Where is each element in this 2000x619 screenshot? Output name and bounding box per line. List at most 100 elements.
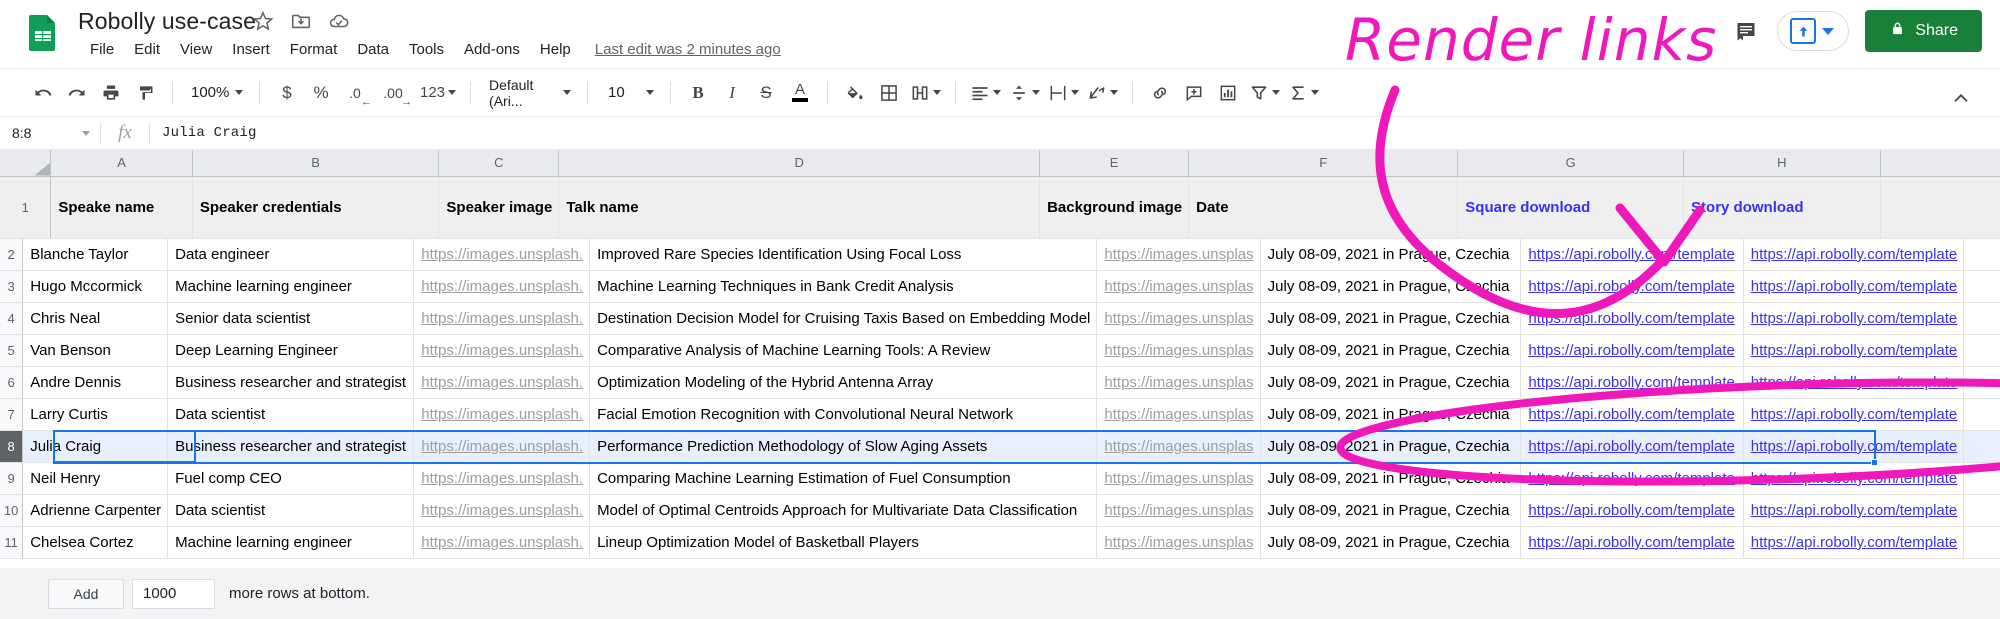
cell-g8[interactable]: https://api.robolly.com/template: [1520, 430, 1744, 463]
cell-b1[interactable]: Speaker credentials: [192, 176, 440, 239]
text-rotation-icon[interactable]: [1083, 76, 1122, 110]
cell-h4[interactable]: https://api.robolly.com/template: [1743, 302, 1965, 335]
chevron-down-icon[interactable]: [82, 130, 90, 136]
cell-d9[interactable]: Comparing Machine Learning Estimation of…: [589, 462, 1098, 495]
cell-g6[interactable]: https://api.robolly.com/template: [1520, 366, 1744, 399]
cell-d4[interactable]: Destination Decision Model for Cruising …: [589, 302, 1098, 335]
cell-h8[interactable]: https://api.robolly.com/template: [1743, 430, 1965, 463]
cell-g11[interactable]: https://api.robolly.com/template: [1520, 526, 1744, 559]
cell-e5[interactable]: https://images.unsplas: [1096, 334, 1261, 367]
cell-d1[interactable]: Talk name: [558, 176, 1041, 239]
star-icon[interactable]: [252, 10, 274, 32]
cell-c10[interactable]: https://images.unsplash.: [413, 494, 591, 527]
column-header-g[interactable]: G: [1457, 150, 1685, 177]
cell-a1[interactable]: Speake name: [50, 176, 193, 239]
cell-a3[interactable]: Hugo Mccormick: [22, 270, 169, 303]
cell-e1[interactable]: Background image: [1039, 176, 1190, 239]
font-size-select[interactable]: 10: [598, 76, 660, 110]
cell-a4[interactable]: Chris Neal: [22, 302, 169, 335]
cell-d5[interactable]: Comparative Analysis of Machine Learning…: [589, 334, 1098, 367]
cell-a8[interactable]: Julia Craig: [22, 430, 169, 463]
cell-d8[interactable]: Performance Prediction Methodology of Sl…: [589, 430, 1098, 463]
currency-format-button[interactable]: $: [270, 76, 304, 110]
cell-h6[interactable]: https://api.robolly.com/template: [1743, 366, 1965, 399]
menu-help[interactable]: Help: [530, 38, 581, 61]
row-header-2[interactable]: 2: [0, 238, 24, 271]
collapse-toolbar-icon[interactable]: [1944, 81, 1978, 115]
column-header-b[interactable]: B: [192, 150, 440, 177]
cell-d6[interactable]: Optimization Modeling of the Hybrid Ante…: [589, 366, 1098, 399]
cell-f11[interactable]: July 08-09, 2021 in Prague, Czechia: [1260, 526, 1522, 559]
print-icon[interactable]: [94, 76, 128, 110]
menu-file[interactable]: File: [80, 38, 124, 61]
cell-d3[interactable]: Machine Learning Techniques in Bank Cred…: [589, 270, 1098, 303]
row-header-4[interactable]: 4: [0, 302, 24, 335]
cell-a5[interactable]: Van Benson: [22, 334, 169, 367]
cell-a10[interactable]: Adrienne Carpenter: [22, 494, 169, 527]
cell-g3[interactable]: https://api.robolly.com/template: [1520, 270, 1744, 303]
cell-c7[interactable]: https://images.unsplash.: [413, 398, 591, 431]
cell-a9[interactable]: Neil Henry: [22, 462, 169, 495]
cell-c1[interactable]: Speaker image: [438, 176, 560, 239]
cell-h3[interactable]: https://api.robolly.com/template: [1743, 270, 1965, 303]
cell-e4[interactable]: https://images.unsplas: [1096, 302, 1261, 335]
column-header-h[interactable]: H: [1683, 150, 1881, 177]
menu-addons[interactable]: Add-ons: [454, 38, 530, 61]
bold-button[interactable]: B: [681, 76, 715, 110]
cell-c11[interactable]: https://images.unsplash.: [413, 526, 591, 559]
borders-icon[interactable]: [872, 76, 906, 110]
move-to-folder-icon[interactable]: [290, 10, 312, 32]
cell-f4[interactable]: July 08-09, 2021 in Prague, Czechia: [1260, 302, 1522, 335]
comment-icon[interactable]: [1731, 16, 1761, 46]
cell-h5[interactable]: https://api.robolly.com/template: [1743, 334, 1965, 367]
column-header-d[interactable]: D: [558, 150, 1041, 177]
column-header-e[interactable]: E: [1039, 150, 1190, 177]
menu-format[interactable]: Format: [280, 38, 348, 61]
row-header-1[interactable]: 1: [0, 176, 52, 239]
cell-h1[interactable]: Story download: [1683, 176, 1881, 239]
cell-g5[interactable]: https://api.robolly.com/template: [1520, 334, 1744, 367]
select-all-corner[interactable]: [0, 150, 52, 177]
insert-comment-icon[interactable]: [1177, 76, 1211, 110]
font-family-select[interactable]: Default (Ari...: [481, 76, 577, 110]
name-box[interactable]: 8:8: [0, 117, 100, 149]
cell-c8[interactable]: https://images.unsplash.: [413, 430, 591, 463]
cell-f9[interactable]: July 08-09, 2021 in Prague, Czechia: [1260, 462, 1522, 495]
row-header-11[interactable]: 11: [0, 526, 24, 559]
italic-button[interactable]: I: [715, 76, 749, 110]
cell-e3[interactable]: https://images.unsplas: [1096, 270, 1261, 303]
rows-count-input[interactable]: 1000: [132, 578, 215, 609]
cell-b4[interactable]: Senior data scientist: [167, 302, 415, 335]
cell-b3[interactable]: Machine learning engineer: [167, 270, 415, 303]
cell-g7[interactable]: https://api.robolly.com/template: [1520, 398, 1744, 431]
cell-a11[interactable]: Chelsea Cortez: [22, 526, 169, 559]
cell-b6[interactable]: Business researcher and strategist: [167, 366, 415, 399]
cell-h11[interactable]: https://api.robolly.com/template: [1743, 526, 1965, 559]
cell-c4[interactable]: https://images.unsplash.: [413, 302, 591, 335]
cell-h7[interactable]: https://api.robolly.com/template: [1743, 398, 1965, 431]
number-format-select[interactable]: 123: [416, 76, 460, 110]
cell-e8[interactable]: https://images.unsplas: [1096, 430, 1261, 463]
menu-view[interactable]: View: [170, 38, 222, 61]
cell-e11[interactable]: https://images.unsplas: [1096, 526, 1261, 559]
cell-g2[interactable]: https://api.robolly.com/template: [1520, 238, 1744, 271]
decrease-decimal-button[interactable]: .0 ←: [338, 76, 372, 110]
cell-c9[interactable]: https://images.unsplash.: [413, 462, 591, 495]
cell-c3[interactable]: https://images.unsplash.: [413, 270, 591, 303]
column-header-f[interactable]: F: [1188, 150, 1459, 177]
cell-e10[interactable]: https://images.unsplas: [1096, 494, 1261, 527]
cell-c5[interactable]: https://images.unsplash.: [413, 334, 591, 367]
cell-f8[interactable]: July 08-09, 2021 in Prague, Czechia: [1260, 430, 1522, 463]
add-rows-button[interactable]: Add: [48, 578, 124, 609]
create-filter-icon[interactable]: [1245, 76, 1284, 110]
cell-d11[interactable]: Lineup Optimization Model of Basketball …: [589, 526, 1098, 559]
cell-e7[interactable]: https://images.unsplas: [1096, 398, 1261, 431]
chevron-down-icon[interactable]: [1822, 27, 1835, 35]
spreadsheet-grid[interactable]: A B C D E F G H 1 Speake name Speaker cr…: [0, 150, 2000, 568]
cell-f2[interactable]: July 08-09, 2021 in Prague, Czechia: [1260, 238, 1522, 271]
cell-f6[interactable]: July 08-09, 2021 in Prague, Czechia: [1260, 366, 1522, 399]
cell-a6[interactable]: Andre Dennis: [22, 366, 169, 399]
fill-color-icon[interactable]: [838, 76, 872, 110]
horizontal-align-icon[interactable]: [966, 76, 1005, 110]
document-title[interactable]: Robolly use-case: [78, 7, 256, 35]
